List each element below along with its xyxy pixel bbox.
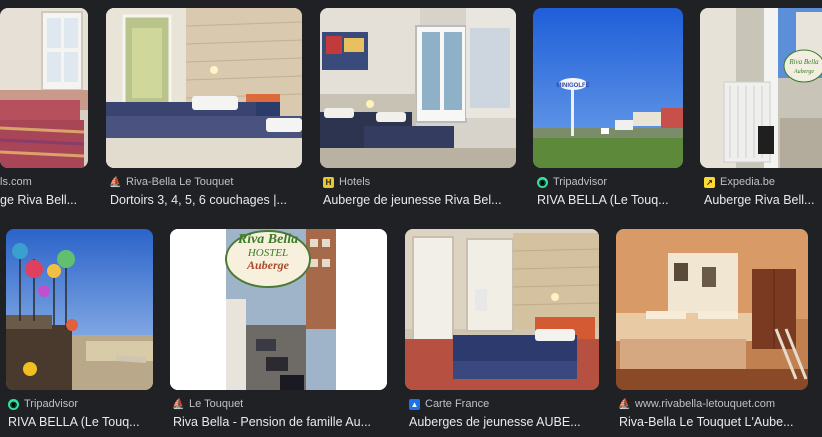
source-label: Le Touquet — [189, 398, 244, 410]
result-title[interactable]: Auberge Riva Bell... — [704, 193, 822, 207]
svg-text:Auberge: Auberge — [793, 69, 814, 75]
result-thumbnail[interactable] — [0, 8, 88, 168]
result-thumbnail[interactable] — [405, 229, 599, 390]
result-thumbnail[interactable] — [106, 8, 302, 168]
result-title[interactable]: Auberges de jeunesse AUBE... — [409, 415, 599, 429]
result-title[interactable]: Auberge de jeunesse Riva Bel... — [323, 193, 515, 207]
result-source[interactable]: ▲ Carte France — [409, 398, 489, 410]
sailboat-icon: ⛵ — [618, 398, 631, 410]
source-label: Tripadvisor — [553, 176, 607, 188]
source-label: ls.com — [0, 176, 32, 188]
sailboat-icon: ⛵ — [109, 176, 122, 188]
expedia-icon: ↗ — [704, 176, 715, 188]
svg-text:MINIGOLFE: MINIGOLFE — [556, 83, 589, 89]
result-source[interactable]: H Hotels — [323, 176, 370, 188]
tripadvisor-icon: ◉ — [537, 176, 548, 188]
hotels-icon: H — [323, 176, 334, 188]
riva-bella-sign: Riva Bella HOSTEL Auberge — [226, 233, 310, 272]
source-label: Expedia.be — [720, 176, 776, 188]
result-source[interactable]: ⛵ Le Touquet — [172, 398, 244, 410]
tripadvisor-icon: ◉ — [8, 398, 19, 410]
result-thumbnail[interactable] — [616, 229, 808, 390]
result-thumbnail[interactable]: Riva Bella Auberge — [700, 8, 822, 168]
result-title[interactable]: RIVA BELLA (Le Touq... — [537, 193, 683, 207]
result-source[interactable]: ⛵ www.rivabella-letouquet.com — [618, 398, 776, 410]
svg-text:Riva Bella: Riva Bella — [788, 58, 819, 66]
result-thumbnail[interactable]: Riva Bella HOSTEL Auberge — [170, 229, 387, 390]
source-label: Riva-Bella Le Touquet — [126, 176, 234, 188]
source-label: Hotels — [339, 176, 371, 188]
source-label: Carte France — [425, 398, 490, 410]
result-thumbnail[interactable]: MINIGOLFE — [533, 8, 683, 168]
result-title[interactable]: RIVA BELLA (Le Touq... — [8, 415, 153, 429]
result-source[interactable]: ⛵ Riva-Bella Le Touquet — [109, 176, 234, 188]
result-title[interactable]: Riva-Bella Le Touquet L'Aube... — [619, 415, 814, 429]
result-title[interactable]: Riva Bella - Pension de famille Au... — [173, 415, 387, 429]
source-label: Tripadvisor — [24, 398, 78, 410]
result-title[interactable]: Dortoirs 3, 4, 5, 6 couchages |... — [110, 193, 302, 207]
sign-auberge: Auberge — [247, 258, 289, 272]
carte-france-icon: ▲ — [409, 398, 420, 410]
result-source[interactable]: ◉ Tripadvisor — [8, 398, 78, 410]
result-thumbnail[interactable] — [6, 229, 153, 390]
result-source[interactable]: ls.com — [0, 176, 32, 188]
result-title[interactable]: ge Riva Bell... — [0, 193, 88, 207]
result-source[interactable]: ↗ Expedia.be — [704, 176, 775, 188]
sailboat-icon: ⛵ — [172, 398, 185, 410]
sign-title: Riva Bella — [237, 232, 299, 247]
result-thumbnail[interactable] — [320, 8, 516, 168]
source-label: www.rivabella-letouquet.com — [635, 398, 776, 410]
result-source[interactable]: ◉ Tripadvisor — [537, 176, 607, 188]
